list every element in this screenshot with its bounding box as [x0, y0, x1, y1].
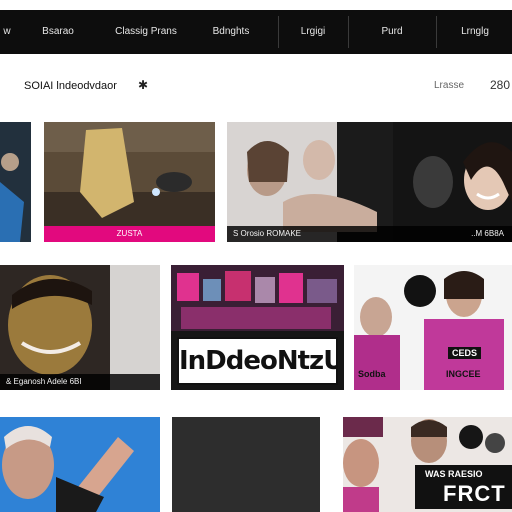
thumbnail-tile[interactable]: S Orosio ROMAKE [227, 122, 393, 242]
nav-item-2[interactable]: Bsarao [22, 10, 94, 54]
thumbnail-tile[interactable] [172, 417, 320, 512]
thumbnail-image [227, 122, 393, 242]
thumbnail-tile[interactable]: WAS RAESIO FRCT [343, 417, 512, 512]
thumbnail-tile[interactable]: InDdeoNtzU [171, 265, 344, 390]
nav-item-1[interactable]: w [0, 10, 14, 54]
thumbnail-image [0, 265, 160, 390]
thumbnail-image [393, 122, 512, 242]
star-icon[interactable]: ✱ [138, 78, 148, 92]
thumbnail-label: INGCEE [446, 369, 481, 379]
result-count: 280 [490, 78, 511, 92]
thumbnail-sign: WAS RAESIO FRCT [415, 465, 512, 509]
thumbnail-caption: S Orosio ROMAKE [227, 226, 393, 242]
thumbnail-banner-text: InDdeoNtzU [177, 337, 338, 385]
thumbnail-caption: & Eganosh Adele 6BI [0, 374, 160, 390]
nav-divider [348, 16, 349, 48]
thumbnail-label: CEDS [448, 347, 482, 359]
thumbnail-tile[interactable]: & Eganosh Adele 6BI [0, 265, 160, 390]
thumbnail-tile[interactable] [0, 417, 160, 512]
thumbnail-tile[interactable]: CEDS Sodba INGCEE [354, 265, 512, 390]
top-navigation: w Bsarao Classig Prans Bdnghts Lrgigi Pu… [0, 10, 512, 54]
thumbnail-sign-big-text: FRCT [443, 481, 506, 506]
nav-item-4[interactable]: Bdnghts [196, 10, 266, 54]
thumbnail-image [0, 122, 31, 242]
nav-item-5[interactable]: Lrgigi [280, 10, 346, 54]
thumbnail-tile[interactable]: ..M 6B8A [393, 122, 512, 242]
nav-item-6[interactable]: Purd [350, 10, 434, 54]
nav-item-7[interactable]: Lrnglg [438, 10, 512, 54]
nav-item-3[interactable]: Classig Prans [104, 10, 188, 54]
thumbnail-tile[interactable] [0, 122, 31, 242]
thumbnail-label: Sodba [358, 369, 386, 379]
thumbnail-image [0, 417, 160, 512]
nav-divider [278, 16, 279, 48]
thumbnail-image [172, 417, 320, 512]
gallery-header: SOIAI lndeodvdaor ✱ Lrasse 280 [0, 66, 512, 106]
thumbnail-image [44, 122, 215, 242]
thumbnail-caption: ZUSTA [44, 226, 215, 242]
thumbnail-tile[interactable]: ZUSTA [44, 122, 215, 242]
nav-divider [436, 16, 437, 48]
sort-dropdown[interactable]: Lrasse [434, 80, 464, 91]
thumbnail-caption: ..M 6B8A [393, 226, 512, 242]
gallery-title: SOIAI lndeodvdaor [24, 80, 117, 92]
thumbnail-sign-small-text: WAS RAESIO [425, 469, 483, 479]
